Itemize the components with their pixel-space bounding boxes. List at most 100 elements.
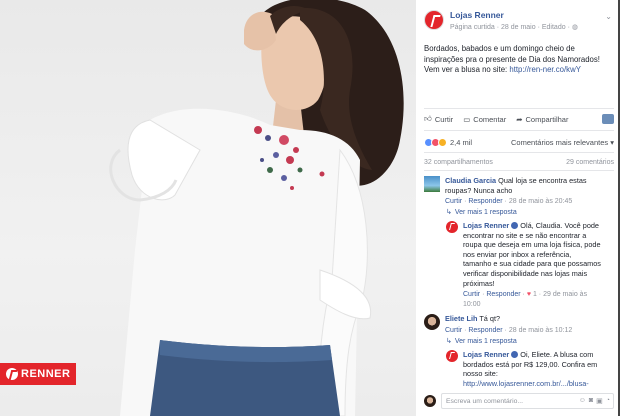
comment-like-link[interactable]: Curtir <box>445 327 462 334</box>
like-button[interactable]: 👍︎ Curtir <box>424 114 453 124</box>
comment-text: Tá qt? <box>479 314 501 323</box>
post-link[interactable]: http://ren-ner.co/kwY <box>509 65 581 74</box>
comment-author[interactable]: Eliete Lih <box>445 314 477 323</box>
comment-icon: ▭ <box>463 114 471 124</box>
post-photo[interactable]: RENNER <box>0 0 416 416</box>
avatar[interactable] <box>424 176 440 192</box>
comment-text: nos enviar por inbox a referência, <box>463 249 572 259</box>
reaction-count[interactable]: 2,4 mil <box>450 138 472 147</box>
avatar[interactable] <box>446 221 458 233</box>
verified-badge-icon <box>511 222 519 229</box>
comment-text: Olá, Claudia. Você pode <box>520 221 599 230</box>
comment-reaction-count[interactable]: 1 <box>533 291 537 298</box>
comment-text: próximas! <box>463 278 495 288</box>
avatar[interactable] <box>446 350 458 362</box>
reactions-bar: 2,4 mil Comentários mais relevantes ▾ <box>424 138 614 147</box>
comment-body: Lojas Renner Oi, Eliete. A blusa com bor… <box>463 350 597 388</box>
comment-button[interactable]: ▭ Comentar <box>463 115 506 124</box>
comment-reply-link[interactable]: Responder <box>468 327 502 334</box>
verified-badge-icon <box>511 351 519 358</box>
more-replies-link[interactable]: ↳ Ver mais 1 resposta <box>446 337 517 346</box>
post-header: Lojas Renner Página curtida · 28 de maio… <box>424 10 578 31</box>
share-icon: ➦ <box>516 114 523 124</box>
model-illustration <box>109 0 404 416</box>
comment-author[interactable]: Lojas Renner <box>463 221 509 230</box>
comment-meta: Curtir · Responder · 28 de maio às 20:45 <box>445 198 573 206</box>
comment: Claudia Garcia Qual loja se encontra est… <box>424 176 614 207</box>
comment-text: roupa que deseja em uma loja física, pod… <box>463 240 601 250</box>
more-replies-label: Ver mais 1 resposta <box>454 337 517 345</box>
reaction-icons[interactable] <box>424 138 447 147</box>
divider <box>424 130 614 131</box>
comment-time[interactable]: 28 de maio às 10:12 <box>509 327 572 334</box>
comment: Eliete Lih Tá qt? Curtir · Responder · 2… <box>424 314 614 335</box>
avatar[interactable] <box>424 314 440 330</box>
comment-composer: Escreva um comentário... ☺ ◙ ▣ ◔ <box>424 392 614 410</box>
avatar <box>424 395 436 407</box>
post-counts: 32 compartilhamentos 29 comentários <box>424 159 614 166</box>
comment-time[interactable]: 29 de maio às <box>543 291 587 298</box>
divider <box>424 108 614 109</box>
comment-body: Lojas Renner Olá, Claudia. Você pode enc… <box>463 221 601 309</box>
shares-count[interactable]: 32 compartilhamentos <box>424 159 493 166</box>
comment-like-link[interactable]: Curtir <box>445 198 462 205</box>
love-reaction-icon: ♥ <box>526 291 531 299</box>
reply: Lojas Renner Oi, Eliete. A blusa com bor… <box>446 350 614 388</box>
comment-input[interactable]: Escreva um comentário... ☺ ◙ ▣ ◔ <box>441 393 614 409</box>
like-label: Curtir <box>434 114 454 124</box>
comments-count[interactable]: 29 comentários <box>566 159 614 166</box>
comment-meta: Curtir · Responder · 28 de maio às 10:12 <box>445 326 573 334</box>
sticker-icon[interactable]: ◔ <box>606 397 610 405</box>
post-side-panel: Lojas Renner Página curtida · 28 de maio… <box>416 0 618 416</box>
comment-text: Qual loja se encontra estas <box>498 176 587 185</box>
composer-icons: ☺ ◙ ▣ ◔ <box>579 397 613 405</box>
reply-arrow-icon: ↳ <box>446 209 452 216</box>
emoji-icon[interactable]: ☺ <box>579 397 586 405</box>
post-text: Bordados, babados e um domingo cheio de … <box>424 44 612 76</box>
thumbs-up-icon: 👍︎ <box>424 114 432 123</box>
comment-author[interactable]: Lojas Renner <box>463 350 509 359</box>
comment-text: encontrar no site e se não encontrar a <box>463 230 587 240</box>
post-date[interactable]: 28 de maio <box>501 24 536 31</box>
comment-author[interactable]: Claudia Garcia <box>445 176 496 185</box>
gif-icon[interactable]: ▣ <box>596 397 603 405</box>
post-meta: Página curtida · 28 de maio · Editado · … <box>450 24 578 31</box>
comment-body: Claudia Garcia Qual loja se encontra est… <box>445 176 587 207</box>
post-line-text: Vem ver a blusa no site: <box>424 65 510 74</box>
comment-like-link[interactable]: Curtir <box>463 291 480 298</box>
renner-mark-icon <box>6 368 18 380</box>
share-label: Compartilhar <box>525 114 569 124</box>
comment-link[interactable]: http://www.lojasrenner.com.br/.../blusa- <box>463 379 589 388</box>
chevron-down-icon[interactable]: ⌄ <box>605 12 612 21</box>
divider <box>424 170 614 171</box>
comment-reply-link[interactable]: Responder <box>486 291 520 298</box>
page-avatar[interactable] <box>424 10 444 30</box>
comment-text: Oi, Eliete. A blusa com <box>520 350 594 359</box>
page-name-link[interactable]: Lojas Renner <box>450 10 578 20</box>
comment-text: bordados está por R$ 129,00. Confira em <box>463 359 598 369</box>
comment-time[interactable]: 28 de maio às 20:45 <box>509 198 572 205</box>
share-button[interactable]: ➦ Compartilhar <box>516 115 568 124</box>
comment-time-cont[interactable]: 10:00 <box>463 301 481 308</box>
camera-icon[interactable]: ◙ <box>589 397 593 405</box>
post-actions: 👍︎ Curtir ▭ Comentar ➦ Compartilhar <box>424 114 614 124</box>
reply-arrow-icon: ↳ <box>446 338 452 345</box>
comment-body: Eliete Lih Tá qt? Curtir · Responder · 2… <box>445 314 572 335</box>
comment-reply-link[interactable]: Responder <box>468 198 502 205</box>
comment-sort-dropdown[interactable]: Comentários mais relevantes ▾ <box>511 138 614 147</box>
renner-logo: RENNER <box>0 363 76 385</box>
wow-reaction-icon <box>438 138 447 147</box>
post-line: Vem ver a blusa no site: http://ren-ner.… <box>424 65 612 76</box>
actor-selector[interactable] <box>602 114 614 124</box>
comment-input-placeholder: Escreva um comentário... <box>446 397 524 405</box>
comment-text: tamanho e sua cidade para que possamos <box>463 259 601 269</box>
more-replies-link[interactable]: ↳ Ver mais 1 resposta <box>446 208 517 217</box>
page-liked-label: Página curtida <box>450 24 495 31</box>
divider <box>424 152 614 153</box>
edited-label[interactable]: Editado <box>542 24 566 31</box>
comment-sort-label: Comentários mais relevantes <box>511 138 609 147</box>
comment-text: roupas? Nunca acho <box>445 185 513 195</box>
comment-text: nosso site: <box>463 369 498 379</box>
comment-label: Comentar <box>473 114 507 124</box>
comment-meta: Curtir · Responder · ♥ 1 · 29 de maio às… <box>463 291 588 308</box>
